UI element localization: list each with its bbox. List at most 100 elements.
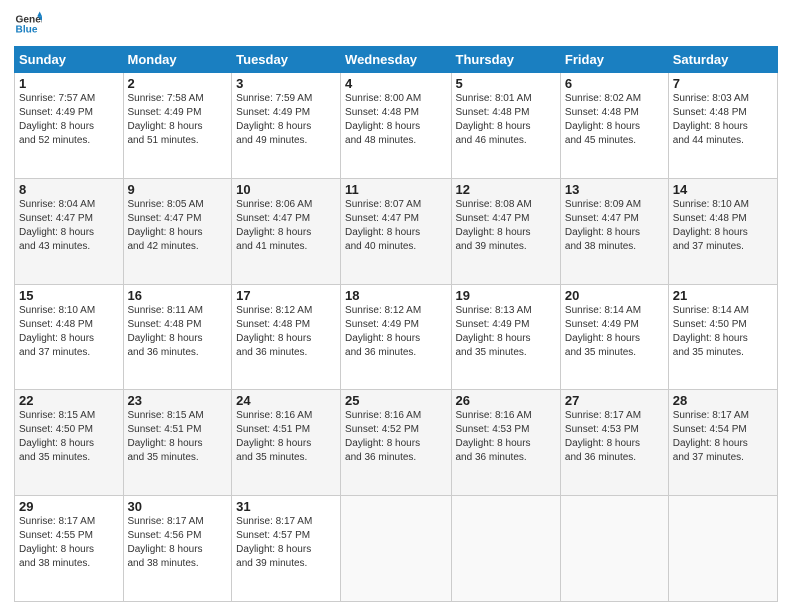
- day-info: Sunrise: 8:17 AMSunset: 4:56 PMDaylight:…: [128, 515, 228, 571]
- calendar-cell: 16Sunrise: 8:11 AMSunset: 4:48 PMDayligh…: [123, 284, 232, 390]
- col-monday: Monday: [123, 47, 232, 73]
- day-info: Sunrise: 8:17 AMSunset: 4:57 PMDaylight:…: [236, 515, 336, 571]
- day-info: Sunrise: 8:14 AMSunset: 4:49 PMDaylight:…: [565, 304, 664, 360]
- header: General Blue: [14, 10, 778, 38]
- day-info: Sunrise: 8:09 AMSunset: 4:47 PMDaylight:…: [565, 198, 664, 254]
- col-wednesday: Wednesday: [341, 47, 451, 73]
- calendar-week-row: 22Sunrise: 8:15 AMSunset: 4:50 PMDayligh…: [15, 390, 778, 496]
- calendar-cell: 2Sunrise: 7:58 AMSunset: 4:49 PMDaylight…: [123, 73, 232, 179]
- calendar-cell: 23Sunrise: 8:15 AMSunset: 4:51 PMDayligh…: [123, 390, 232, 496]
- day-info: Sunrise: 8:17 AMSunset: 4:55 PMDaylight:…: [19, 515, 119, 571]
- day-info: Sunrise: 8:15 AMSunset: 4:50 PMDaylight:…: [19, 409, 119, 465]
- calendar-cell: [560, 496, 668, 602]
- day-number: 5: [456, 76, 556, 91]
- calendar-cell: 6Sunrise: 8:02 AMSunset: 4:48 PMDaylight…: [560, 73, 668, 179]
- calendar-cell: 27Sunrise: 8:17 AMSunset: 4:53 PMDayligh…: [560, 390, 668, 496]
- day-info: Sunrise: 7:57 AMSunset: 4:49 PMDaylight:…: [19, 92, 119, 148]
- col-saturday: Saturday: [668, 47, 777, 73]
- day-info: Sunrise: 8:11 AMSunset: 4:48 PMDaylight:…: [128, 304, 228, 360]
- day-number: 19: [456, 288, 556, 303]
- calendar-cell: 20Sunrise: 8:14 AMSunset: 4:49 PMDayligh…: [560, 284, 668, 390]
- logo-icon: General Blue: [14, 10, 42, 38]
- day-number: 16: [128, 288, 228, 303]
- day-number: 7: [673, 76, 773, 91]
- col-tuesday: Tuesday: [232, 47, 341, 73]
- day-number: 11: [345, 182, 446, 197]
- calendar-cell: 24Sunrise: 8:16 AMSunset: 4:51 PMDayligh…: [232, 390, 341, 496]
- calendar-cell: 10Sunrise: 8:06 AMSunset: 4:47 PMDayligh…: [232, 178, 341, 284]
- day-number: 15: [19, 288, 119, 303]
- day-info: Sunrise: 8:00 AMSunset: 4:48 PMDaylight:…: [345, 92, 446, 148]
- calendar-cell: 21Sunrise: 8:14 AMSunset: 4:50 PMDayligh…: [668, 284, 777, 390]
- day-number: 2: [128, 76, 228, 91]
- calendar-cell: 11Sunrise: 8:07 AMSunset: 4:47 PMDayligh…: [341, 178, 451, 284]
- calendar-cell: 19Sunrise: 8:13 AMSunset: 4:49 PMDayligh…: [451, 284, 560, 390]
- calendar-cell: 26Sunrise: 8:16 AMSunset: 4:53 PMDayligh…: [451, 390, 560, 496]
- day-info: Sunrise: 8:17 AMSunset: 4:54 PMDaylight:…: [673, 409, 773, 465]
- day-info: Sunrise: 7:59 AMSunset: 4:49 PMDaylight:…: [236, 92, 336, 148]
- col-friday: Friday: [560, 47, 668, 73]
- calendar-cell: 31Sunrise: 8:17 AMSunset: 4:57 PMDayligh…: [232, 496, 341, 602]
- day-number: 20: [565, 288, 664, 303]
- day-info: Sunrise: 8:14 AMSunset: 4:50 PMDaylight:…: [673, 304, 773, 360]
- day-number: 23: [128, 393, 228, 408]
- calendar-table: Sunday Monday Tuesday Wednesday Thursday…: [14, 46, 778, 602]
- day-number: 1: [19, 76, 119, 91]
- calendar-week-row: 29Sunrise: 8:17 AMSunset: 4:55 PMDayligh…: [15, 496, 778, 602]
- calendar-cell: 22Sunrise: 8:15 AMSunset: 4:50 PMDayligh…: [15, 390, 124, 496]
- day-number: 22: [19, 393, 119, 408]
- day-info: Sunrise: 8:12 AMSunset: 4:48 PMDaylight:…: [236, 304, 336, 360]
- day-number: 17: [236, 288, 336, 303]
- day-info: Sunrise: 8:10 AMSunset: 4:48 PMDaylight:…: [673, 198, 773, 254]
- calendar-cell: 14Sunrise: 8:10 AMSunset: 4:48 PMDayligh…: [668, 178, 777, 284]
- col-thursday: Thursday: [451, 47, 560, 73]
- calendar-cell: 17Sunrise: 8:12 AMSunset: 4:48 PMDayligh…: [232, 284, 341, 390]
- calendar-cell: 15Sunrise: 8:10 AMSunset: 4:48 PMDayligh…: [15, 284, 124, 390]
- day-number: 14: [673, 182, 773, 197]
- day-info: Sunrise: 8:04 AMSunset: 4:47 PMDaylight:…: [19, 198, 119, 254]
- day-info: Sunrise: 8:05 AMSunset: 4:47 PMDaylight:…: [128, 198, 228, 254]
- calendar-cell: 12Sunrise: 8:08 AMSunset: 4:47 PMDayligh…: [451, 178, 560, 284]
- day-number: 30: [128, 499, 228, 514]
- calendar-cell: 1Sunrise: 7:57 AMSunset: 4:49 PMDaylight…: [15, 73, 124, 179]
- calendar-cell: [668, 496, 777, 602]
- day-number: 13: [565, 182, 664, 197]
- day-number: 10: [236, 182, 336, 197]
- col-sunday: Sunday: [15, 47, 124, 73]
- calendar-cell: [341, 496, 451, 602]
- day-info: Sunrise: 8:13 AMSunset: 4:49 PMDaylight:…: [456, 304, 556, 360]
- day-number: 24: [236, 393, 336, 408]
- day-info: Sunrise: 8:16 AMSunset: 4:52 PMDaylight:…: [345, 409, 446, 465]
- calendar-week-row: 8Sunrise: 8:04 AMSunset: 4:47 PMDaylight…: [15, 178, 778, 284]
- day-info: Sunrise: 8:12 AMSunset: 4:49 PMDaylight:…: [345, 304, 446, 360]
- day-info: Sunrise: 8:16 AMSunset: 4:53 PMDaylight:…: [456, 409, 556, 465]
- day-info: Sunrise: 8:06 AMSunset: 4:47 PMDaylight:…: [236, 198, 336, 254]
- calendar-cell: 18Sunrise: 8:12 AMSunset: 4:49 PMDayligh…: [341, 284, 451, 390]
- calendar-week-row: 1Sunrise: 7:57 AMSunset: 4:49 PMDaylight…: [15, 73, 778, 179]
- day-info: Sunrise: 8:10 AMSunset: 4:48 PMDaylight:…: [19, 304, 119, 360]
- day-number: 3: [236, 76, 336, 91]
- day-info: Sunrise: 7:58 AMSunset: 4:49 PMDaylight:…: [128, 92, 228, 148]
- calendar-cell: 28Sunrise: 8:17 AMSunset: 4:54 PMDayligh…: [668, 390, 777, 496]
- day-number: 25: [345, 393, 446, 408]
- day-number: 29: [19, 499, 119, 514]
- day-number: 8: [19, 182, 119, 197]
- calendar-cell: [451, 496, 560, 602]
- svg-text:Blue: Blue: [16, 25, 38, 36]
- logo: General Blue: [14, 10, 42, 38]
- calendar-cell: 3Sunrise: 7:59 AMSunset: 4:49 PMDaylight…: [232, 73, 341, 179]
- calendar-cell: 30Sunrise: 8:17 AMSunset: 4:56 PMDayligh…: [123, 496, 232, 602]
- calendar-header-row: Sunday Monday Tuesday Wednesday Thursday…: [15, 47, 778, 73]
- day-number: 31: [236, 499, 336, 514]
- day-number: 6: [565, 76, 664, 91]
- calendar-cell: 9Sunrise: 8:05 AMSunset: 4:47 PMDaylight…: [123, 178, 232, 284]
- day-number: 12: [456, 182, 556, 197]
- day-info: Sunrise: 8:02 AMSunset: 4:48 PMDaylight:…: [565, 92, 664, 148]
- day-info: Sunrise: 8:17 AMSunset: 4:53 PMDaylight:…: [565, 409, 664, 465]
- day-number: 9: [128, 182, 228, 197]
- calendar-cell: 13Sunrise: 8:09 AMSunset: 4:47 PMDayligh…: [560, 178, 668, 284]
- calendar-cell: 25Sunrise: 8:16 AMSunset: 4:52 PMDayligh…: [341, 390, 451, 496]
- day-number: 4: [345, 76, 446, 91]
- day-info: Sunrise: 8:01 AMSunset: 4:48 PMDaylight:…: [456, 92, 556, 148]
- calendar-cell: 29Sunrise: 8:17 AMSunset: 4:55 PMDayligh…: [15, 496, 124, 602]
